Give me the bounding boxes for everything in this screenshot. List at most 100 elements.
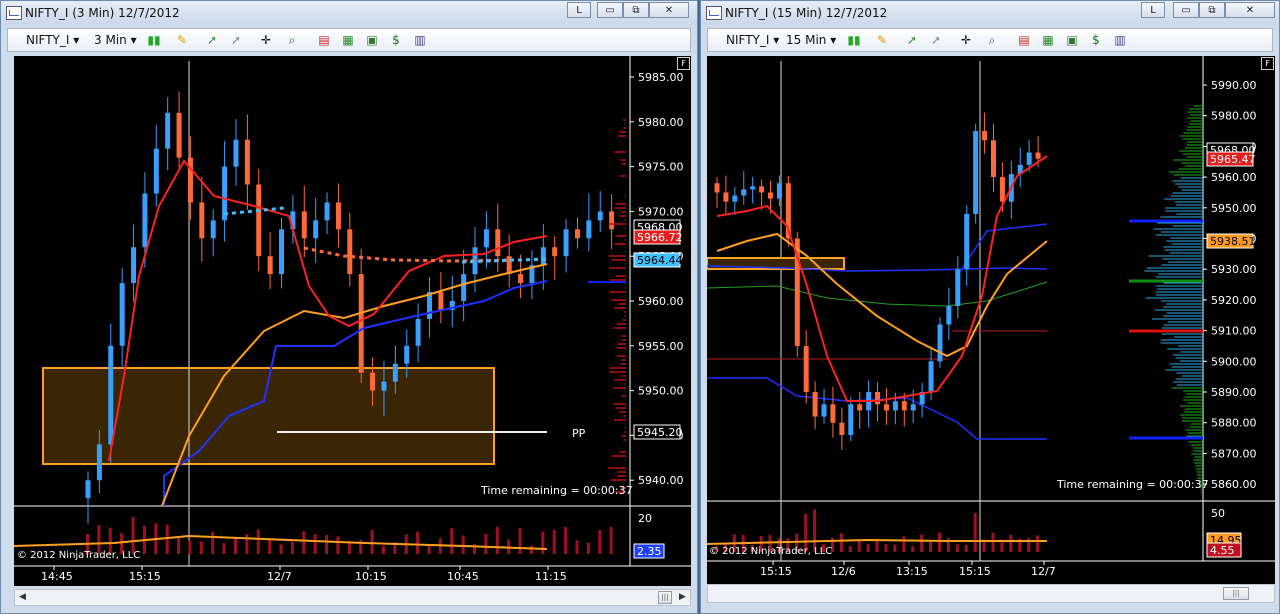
price-axis-label: 5950.00 — [638, 385, 684, 398]
volume-bar — [290, 541, 294, 554]
time-axis-label: 15:15 — [760, 565, 792, 578]
minimize-button[interactable]: ▭ — [1173, 2, 1199, 18]
volume-bar — [991, 532, 995, 552]
candle-body — [563, 229, 569, 257]
window-titlebar[interactable]: NIFTY_I (15 Min) 12/7/2012 L ▭ ⧉ ✕ — [701, 1, 1279, 25]
lower-band-line — [707, 377, 1047, 440]
restore-button[interactable]: ⧉ — [1199, 2, 1225, 18]
interval-selector[interactable]: 3 Min ▾ — [94, 33, 137, 47]
volume-bar — [461, 535, 465, 554]
restore-button[interactable]: ⧉ — [623, 2, 649, 18]
chart-properties-icon[interactable]: ▣ — [364, 33, 380, 47]
horizontal-scrollbar[interactable]: ◀ ||| ▶ — [14, 589, 691, 606]
price-axis-label: 5930.00 — [1211, 263, 1257, 276]
candle-body — [714, 183, 720, 193]
price-chart-svg: PP5985.005980.005975.005970.005965.00596… — [14, 56, 691, 583]
volume-bar — [911, 545, 915, 552]
close-button[interactable]: ✕ — [1225, 2, 1275, 18]
volume-bar — [848, 545, 852, 552]
f-button[interactable]: F — [677, 57, 690, 70]
candle-body — [574, 229, 580, 239]
volume-bar — [233, 538, 237, 554]
dollar-icon[interactable]: $ — [1088, 33, 1104, 47]
link-button[interactable]: L — [567, 2, 591, 18]
scroll-right-arrow-icon[interactable]: ▶ — [675, 590, 690, 605]
volume-bar — [866, 544, 870, 552]
crosshair-icon[interactable]: ✛ — [258, 33, 274, 47]
scroll-left-arrow-icon[interactable]: ◀ — [15, 590, 30, 605]
pencil-draw-icon[interactable]: ✎ — [874, 33, 890, 47]
zoom-icon[interactable]: ⌕ — [284, 33, 300, 47]
price-axis-label: 5975.00 — [638, 161, 684, 174]
volume-bar — [964, 544, 968, 552]
volume-bar — [1036, 535, 1040, 552]
candle-body — [404, 345, 410, 364]
candle-body — [955, 269, 961, 307]
pointer-icon[interactable]: ➚ — [904, 33, 920, 47]
horizontal-scrollbar[interactable]: ||| — [707, 584, 1275, 603]
candle-body — [244, 139, 250, 185]
candle-body — [267, 256, 273, 275]
volume-bar — [955, 544, 959, 552]
candle-body — [586, 220, 592, 239]
price-chart-3min[interactable]: PP5985.005980.005975.005970.005965.00596… — [14, 56, 691, 586]
instrument-selector[interactable]: NIFTY_I ▾ — [26, 33, 79, 47]
price-chart-15min[interactable]: 5990.005980.005970.005960.005950.005940.… — [707, 56, 1275, 586]
time-axis-label: 12/7 — [267, 570, 292, 583]
volume-bar — [1009, 534, 1013, 552]
strategies-icon[interactable]: ▦ — [340, 33, 356, 47]
chart-window-15min: NIFTY_I (15 Min) 12/7/2012 L ▭ ⧉ ✕ NIFTY… — [700, 0, 1280, 614]
indicators-icon[interactable]: ▤ — [316, 33, 332, 47]
indicators-icon[interactable]: ▤ — [1016, 33, 1032, 47]
volume-bar — [902, 536, 906, 552]
chart-toolbar: NIFTY_I ▾ 3 Min ▾ ▮▮ ✎ ➚ ➚ ✛ ⌕ ▤ ▦ ▣ $ ▥ — [7, 28, 691, 52]
candle-body — [335, 202, 341, 230]
fast-ma-tag: 5966.72 — [637, 231, 683, 244]
pencil-draw-icon[interactable]: ✎ — [174, 33, 190, 47]
data-box-icon[interactable]: ▥ — [1112, 33, 1128, 47]
link-button[interactable]: L — [1141, 2, 1165, 18]
window-titlebar[interactable]: NIFTY_I (3 Min) 12/7/2012 L ▭ ⧉ ✕ — [1, 1, 697, 25]
price-axis-label: 5950.00 — [1211, 202, 1257, 215]
candle-body — [381, 381, 387, 391]
interval-selector[interactable]: 15 Min ▾ — [786, 33, 836, 47]
f-button[interactable]: F — [1261, 57, 1274, 70]
candle-body — [964, 213, 970, 270]
crosshair-icon[interactable]: ✛ — [958, 33, 974, 47]
price-axis-label: 5960.00 — [638, 295, 684, 308]
dollar-icon[interactable]: $ — [388, 33, 404, 47]
volume-bar — [884, 544, 888, 552]
bar-type-icon[interactable]: ▮▮ — [846, 33, 862, 47]
price-axis-label: 5980.00 — [1211, 110, 1257, 123]
scroll-thumb[interactable]: ||| — [1223, 587, 1249, 600]
candle-body — [609, 211, 615, 230]
candle-body — [839, 422, 845, 435]
pointer-alt-icon[interactable]: ➚ — [228, 33, 244, 47]
price-axis-label: 5910.00 — [1211, 325, 1257, 338]
price-chart-svg: 5990.005980.005970.005960.005950.005940.… — [707, 56, 1275, 578]
slow-ma-line — [716, 232, 1048, 358]
volume-bar — [268, 538, 272, 554]
window-title: NIFTY_I (15 Min) 12/7/2012 — [725, 6, 888, 20]
minimize-button[interactable]: ▭ — [597, 2, 623, 18]
time-axis-label: 14:45 — [41, 570, 73, 583]
time-remaining-label: Time remaining = 00:00:37 — [480, 484, 633, 497]
pointer-alt-icon[interactable]: ➚ — [928, 33, 944, 47]
price-axis-label: 5990.00 — [1211, 79, 1257, 92]
volume-bar — [609, 527, 613, 554]
scroll-thumb[interactable]: ||| — [658, 591, 672, 604]
pointer-icon[interactable]: ➚ — [204, 33, 220, 47]
zoom-icon[interactable]: ⌕ — [984, 33, 1000, 47]
volume-bar — [188, 540, 192, 554]
bar-type-icon[interactable]: ▮▮ — [146, 33, 162, 47]
strategies-icon[interactable]: ▦ — [1040, 33, 1056, 47]
instrument-selector[interactable]: NIFTY_I ▾ — [726, 33, 779, 47]
candle-body — [768, 192, 774, 199]
candle-body — [892, 401, 898, 411]
close-button[interactable]: ✕ — [649, 2, 689, 18]
candle-body — [461, 274, 467, 301]
chart-properties-icon[interactable]: ▣ — [1064, 33, 1080, 47]
price-axis-label: 5890.00 — [1211, 386, 1257, 399]
data-box-icon[interactable]: ▥ — [412, 33, 428, 47]
price-axis-label: 5860.00 — [1211, 478, 1257, 491]
